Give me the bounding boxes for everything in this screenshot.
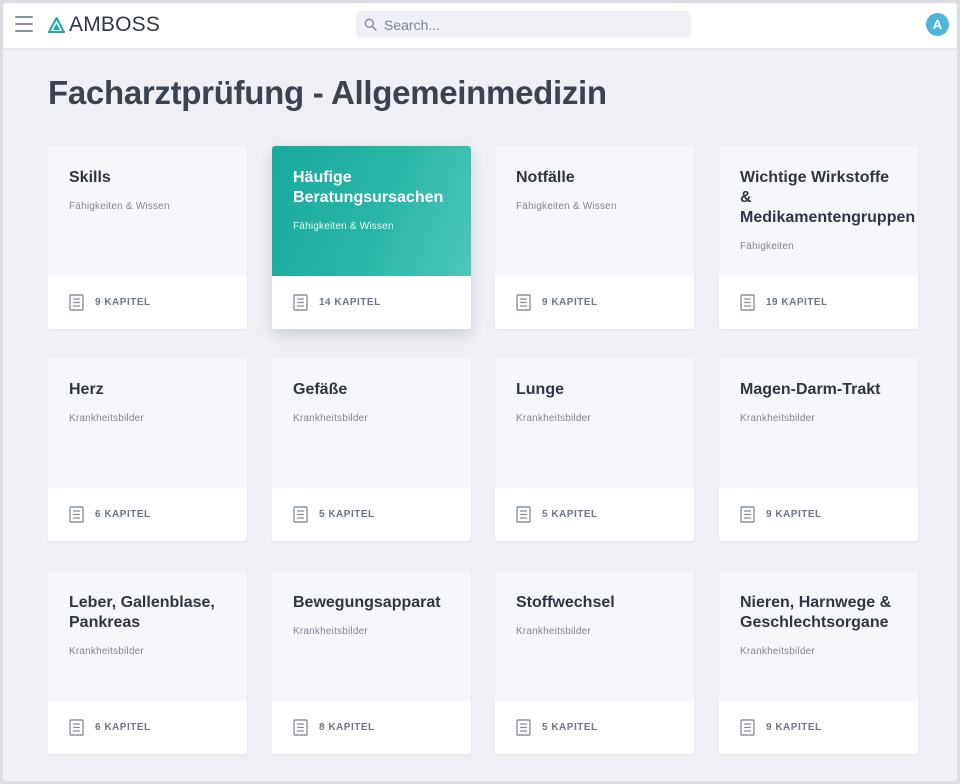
card-subtitle: Krankheitsbilder: [293, 413, 368, 424]
card-title: Wichtige Wirkstoffe & Medikamentengruppe…: [740, 169, 916, 226]
card-title: Gefäße: [293, 381, 348, 398]
document-icon: [516, 506, 531, 523]
search-icon: [364, 18, 377, 31]
card-title: Magen-Darm-Trakt: [740, 381, 881, 398]
card-subtitle: Fähigkeiten & Wissen: [293, 221, 394, 232]
card-skills[interactable]: Skills Fähigkeiten & Wissen 9 KAPITEL: [48, 146, 247, 329]
document-icon: [293, 294, 308, 311]
card-lunge[interactable]: Lunge Krankheitsbilder 5 KAPITEL: [495, 358, 694, 541]
user-avatar[interactable]: A: [926, 13, 949, 36]
chapter-count: 9 KAPITEL: [542, 297, 598, 308]
chapter-count: 5 KAPITEL: [542, 509, 598, 520]
card-subtitle: Fähigkeiten: [740, 241, 794, 252]
document-icon: [740, 506, 755, 523]
card-title: Stoffwechsel: [516, 594, 615, 611]
card-subtitle: Krankheitsbilder: [69, 413, 144, 424]
card-subtitle: Krankheitsbilder: [516, 626, 591, 637]
card-subtitle: Krankheitsbilder: [293, 626, 368, 637]
document-icon: [69, 506, 84, 523]
card-leber-gallenblase-pankreas[interactable]: Leber, Gallenblase, Pankreas Krankheitsbi…: [48, 571, 247, 754]
chapter-count: 8 KAPITEL: [319, 722, 375, 733]
chapter-count: 9 KAPITEL: [766, 509, 822, 520]
card-magen-darm-trakt[interactable]: Magen-Darm-Trakt Krankheitsbilder 9 KAPIT…: [719, 358, 918, 541]
top-navigation-bar: AMBOSS A: [3, 3, 957, 48]
chapter-count: 9 KAPITEL: [766, 722, 822, 733]
document-icon: [293, 506, 308, 523]
card-notfaelle[interactable]: Notfälle Fähigkeiten & Wissen 9 KAPITEL: [495, 146, 694, 329]
search-bar[interactable]: [356, 11, 691, 38]
card-gefaesse[interactable]: Gefäße Krankheitsbilder 5 KAPITEL: [272, 358, 471, 541]
card-subtitle: Fähigkeiten & Wissen: [69, 201, 170, 212]
document-icon: [516, 719, 531, 736]
card-wichtige-wirkstoffe[interactable]: Wichtige Wirkstoffe & Medikamentengruppe…: [719, 146, 918, 329]
card-subtitle: Krankheitsbilder: [69, 646, 144, 657]
chapter-count: 19 KAPITEL: [766, 297, 828, 308]
document-icon: [740, 294, 755, 311]
card-title: Häufige Beratungsursachen: [293, 169, 444, 206]
card-subtitle: Krankheitsbilder: [516, 413, 591, 424]
card-herz[interactable]: Herz Krankheitsbilder 6 KAPITEL: [48, 358, 247, 541]
card-title: Leber, Gallenblase, Pankreas: [69, 594, 215, 631]
chapter-count: 9 KAPITEL: [95, 297, 151, 308]
card-title: Nieren, Harnwege & Geschlechtsorgane: [740, 594, 892, 631]
document-icon: [740, 719, 755, 736]
card-title: Herz: [69, 381, 104, 398]
card-title: Lunge: [516, 381, 564, 398]
document-icon: [516, 294, 531, 311]
chapter-count: 5 KAPITEL: [542, 722, 598, 733]
search-input[interactable]: [384, 16, 674, 33]
app-window: AMBOSS A Facharztprüfung - Allgemeinmedi…: [3, 3, 957, 781]
card-stoffwechsel[interactable]: Stoffwechsel Krankheitsbilder 5 KAPITEL: [495, 571, 694, 754]
triangle-logo-icon: [48, 17, 65, 33]
card-haeufige-beratungsursachen[interactable]: Häufige Beratungsursachen Fähigkeiten & W…: [272, 146, 471, 329]
document-icon: [293, 719, 308, 736]
chapter-count: 5 KAPITEL: [319, 509, 375, 520]
amboss-logo[interactable]: AMBOSS: [48, 13, 160, 37]
chapter-count: 6 KAPITEL: [95, 509, 151, 520]
chapter-count: 6 KAPITEL: [95, 722, 151, 733]
chapter-count: 14 KAPITEL: [319, 297, 381, 308]
card-title: Notfälle: [516, 169, 575, 186]
logo-text: AMBOSS: [69, 13, 161, 36]
card-nieren-harnwege-geschlechtsorgane[interactable]: Nieren, Harnwege & Geschlechtsorgane Kran…: [719, 571, 918, 754]
card-subtitle: Krankheitsbilder: [740, 646, 815, 657]
card-title: Skills: [69, 169, 111, 186]
card-subtitle: Krankheitsbilder: [740, 413, 815, 424]
document-icon: [69, 294, 84, 311]
hamburger-menu-icon[interactable]: [15, 16, 33, 32]
card-subtitle: Fähigkeiten & Wissen: [516, 201, 617, 212]
card-bewegungsapparat[interactable]: Bewegungsapparat Krankheitsbilder 8 KAPIT…: [272, 571, 471, 754]
page-title: Facharztprüfung - Allgemeinmedizin: [48, 74, 607, 111]
card-title: Bewegungsapparat: [293, 594, 441, 611]
document-icon: [69, 719, 84, 736]
